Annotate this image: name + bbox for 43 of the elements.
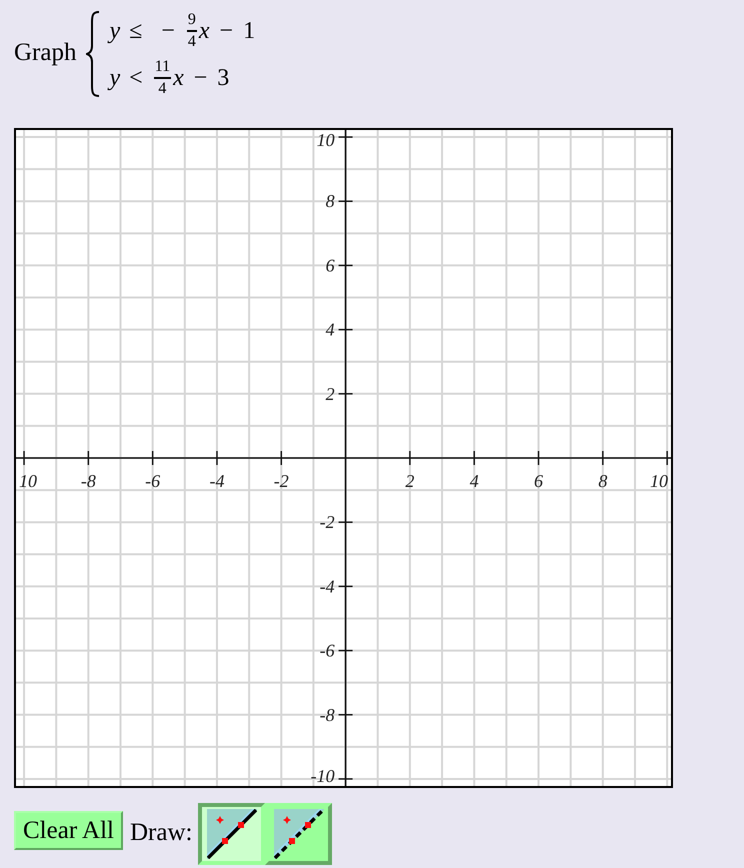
tick-label: 10	[316, 130, 335, 150]
tick-label: 10	[19, 471, 37, 491]
tick-label: 6	[326, 255, 335, 276]
minus-sign: −	[161, 18, 175, 42]
tick-label: 10	[650, 471, 668, 491]
clear-all-button[interactable]: Clear All	[14, 811, 123, 850]
tick-label: 2	[326, 384, 335, 404]
relation-sign: <	[129, 66, 143, 90]
math-variable: x	[198, 18, 210, 42]
minus-sign: −	[220, 18, 234, 42]
dashed-line-icon	[274, 809, 324, 859]
math-number: 3	[217, 66, 230, 90]
math-variable: x	[173, 66, 184, 90]
solid-line-icon	[206, 809, 257, 859]
tick-label: 2	[405, 471, 414, 491]
fraction-denominator: 4	[186, 30, 197, 50]
tick-label: -8	[320, 704, 335, 725]
tick-label: -8	[80, 471, 96, 491]
left-brace-icon	[86, 11, 100, 97]
tick-label: -2	[274, 471, 289, 491]
tick-label: -4	[209, 471, 224, 491]
prompt-text: Graph	[14, 40, 76, 65]
tick-label: 8	[326, 191, 335, 212]
tick-label: 4	[326, 320, 335, 340]
tick-label: 8	[598, 471, 608, 491]
tick-label: 6	[534, 471, 544, 491]
graph-area[interactable]: 10 -8 -6 -4 -2 2 4 6 8 10 10 8 6 4 2 -2 -4 -6 -8 -10	[14, 128, 673, 788]
math-variable: y	[109, 66, 120, 90]
tick-label: -4	[320, 576, 335, 596]
draw-label: Draw:	[130, 820, 192, 845]
math-number: 1	[243, 18, 256, 42]
fraction-denominator: 4	[154, 76, 172, 96]
tick-label: -6	[145, 471, 160, 491]
tick-label: -2	[320, 512, 335, 532]
math-variable: y	[109, 18, 120, 42]
relation-sign: ≤	[129, 18, 142, 42]
tick-label: -10	[310, 766, 335, 786]
fraction-numerator: 9	[186, 12, 197, 30]
tick-label: 4	[470, 471, 479, 491]
minus-sign: −	[194, 66, 208, 90]
tick-label: -6	[320, 640, 335, 661]
draw-tool-button[interactable]	[198, 803, 266, 865]
fraction-numerator: 11	[154, 58, 172, 76]
